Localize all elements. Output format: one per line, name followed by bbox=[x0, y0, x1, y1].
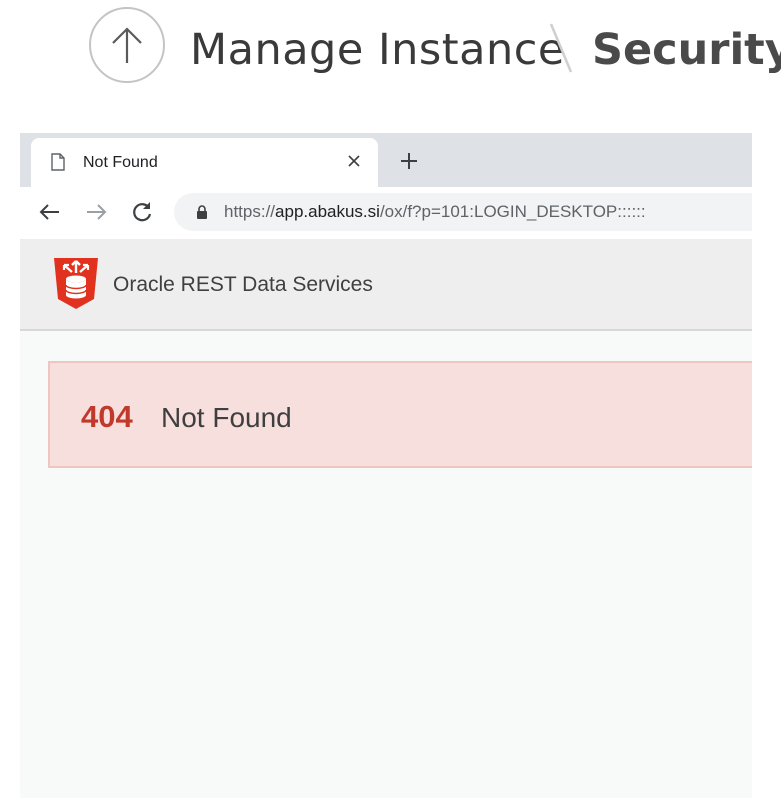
browser-tab[interactable]: Not Found bbox=[31, 138, 378, 187]
close-icon[interactable] bbox=[341, 148, 367, 174]
ords-logo-icon bbox=[54, 258, 98, 309]
reload-icon[interactable] bbox=[129, 199, 155, 225]
breadcrumb-current: Security bbox=[592, 25, 781, 75]
ords-title: Oracle REST Data Services bbox=[113, 273, 373, 296]
ords-header: Oracle REST Data Services bbox=[20, 239, 752, 331]
tab-title: Not Found bbox=[83, 154, 158, 171]
forward-arrow-icon[interactable] bbox=[83, 199, 109, 225]
back-arrow-icon[interactable] bbox=[37, 199, 63, 225]
page-icon bbox=[51, 153, 65, 171]
up-button[interactable] bbox=[89, 7, 165, 83]
up-arrow-icon bbox=[112, 27, 142, 63]
error-code: 404 bbox=[81, 399, 133, 434]
error-message: Not Found bbox=[161, 402, 292, 433]
lock-icon bbox=[197, 205, 207, 219]
breadcrumb-separator bbox=[549, 23, 573, 73]
error-alert: 404 Not Found bbox=[48, 361, 752, 468]
browser-toolbar: https://app.abakus.si/ox/f?p=101:LOGIN_D… bbox=[20, 187, 752, 239]
page-content: Oracle REST Data Services 404 Not Found bbox=[20, 239, 752, 798]
url-path: /ox/f?p=101:LOGIN_DESKTOP:::::: bbox=[379, 202, 646, 221]
tab-strip: Not Found bbox=[20, 133, 752, 187]
url-host: app.abakus.si bbox=[275, 202, 380, 221]
url-text: https://app.abakus.si/ox/f?p=101:LOGIN_D… bbox=[224, 202, 646, 222]
url-scheme: https:// bbox=[224, 202, 276, 221]
plus-icon[interactable] bbox=[395, 147, 423, 175]
breadcrumb-parent[interactable]: Manage Instance bbox=[190, 20, 565, 80]
breadcrumb: Manage Instance Security bbox=[0, 0, 781, 110]
browser-window: Not Found https://app.abakus.si/ox/f?p=1… bbox=[20, 133, 752, 798]
address-bar[interactable]: https://app.abakus.si/ox/f?p=101:LOGIN_D… bbox=[174, 193, 752, 231]
